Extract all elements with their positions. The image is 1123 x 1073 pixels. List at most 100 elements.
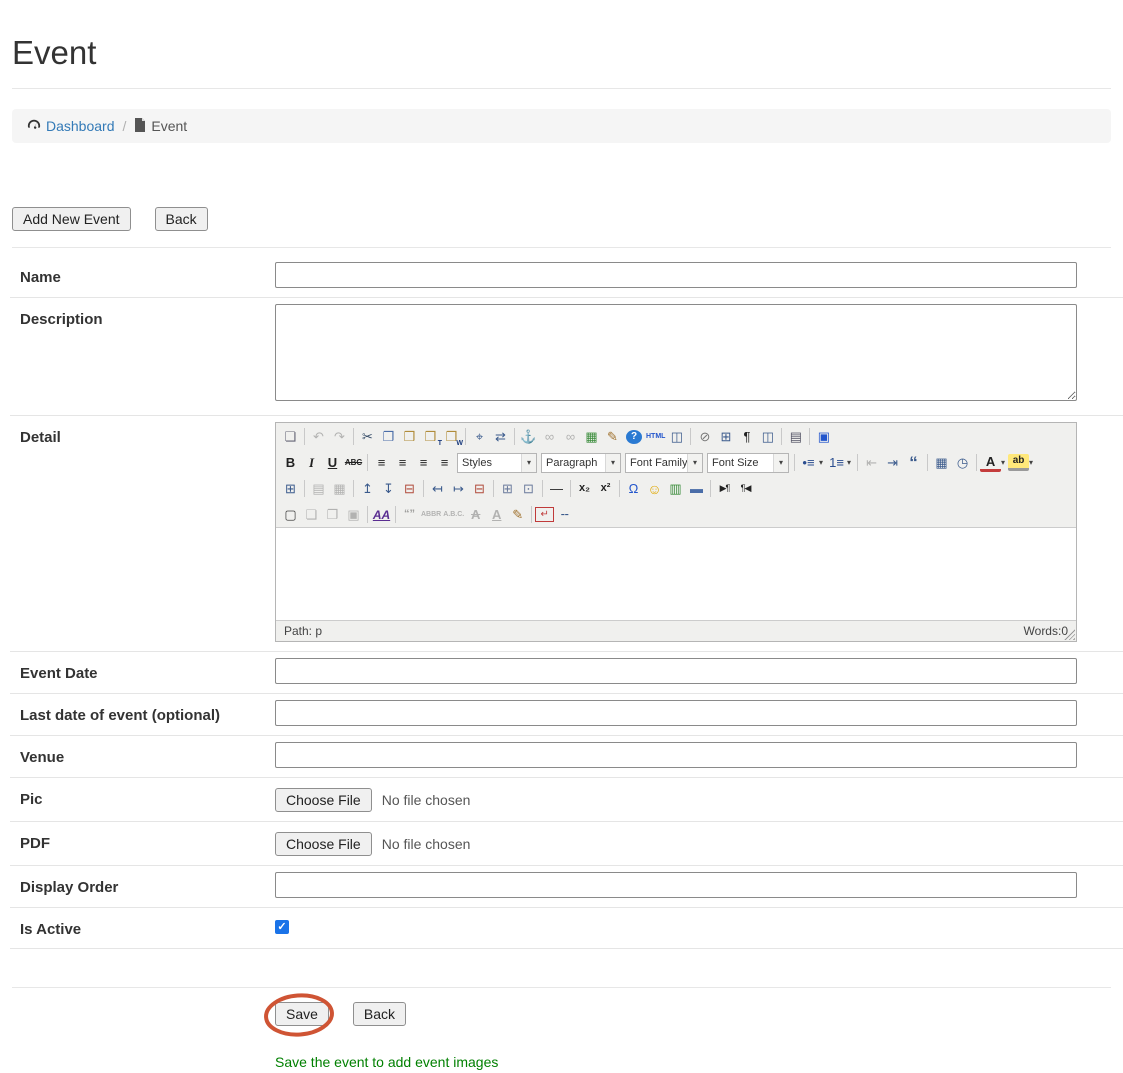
find-icon[interactable]: ⌖ <box>469 427 490 446</box>
bullet-list-icon[interactable]: •≡ <box>798 453 819 472</box>
rtl-icon[interactable]: ¶◀ <box>735 479 756 498</box>
nonbreaking-space-icon[interactable]: ↵ <box>535 507 554 522</box>
is-active-label: Is Active <box>10 908 275 948</box>
name-input[interactable] <box>275 262 1077 288</box>
numbered-list-dropdown-arrow[interactable]: ▾ <box>847 458 851 467</box>
insert-date-icon[interactable]: ▦ <box>931 453 952 472</box>
font-size-select[interactable]: Font Size▾ <box>707 453 789 473</box>
background-color-dropdown-arrow[interactable]: ▾ <box>1029 458 1033 467</box>
blockquote-icon[interactable]: “ <box>903 453 924 472</box>
editor-path: Path: p <box>284 624 322 638</box>
format-select[interactable]: Paragraph▾ <box>541 453 621 473</box>
align-justify-icon[interactable]: ≡ <box>434 453 455 472</box>
editor-status-bar: Path: p Words:0 <box>276 620 1076 641</box>
editor-content-area[interactable] <box>276 527 1076 620</box>
breadcrumb-dashboard-link[interactable]: Dashboard <box>27 118 115 135</box>
display-order-input[interactable] <box>275 872 1077 898</box>
toolbar-separator <box>809 428 810 445</box>
styles-select[interactable]: Styles▾ <box>457 453 537 473</box>
event-form: Name Description Detail ❏↶↷✂❐❒❒T❒W⌖⇄⚓∞∞▦… <box>10 256 1123 949</box>
add-new-event-button[interactable]: Add New Event <box>12 207 131 231</box>
font-family-select-arrow-icon[interactable]: ▾ <box>687 454 702 472</box>
paste-as-text-icon[interactable]: ❒T <box>420 427 441 446</box>
insert-edit-table-icon[interactable]: ⊞ <box>280 479 301 498</box>
last-date-input[interactable] <box>275 700 1077 726</box>
paste-from-word-icon[interactable]: ❒W <box>441 427 462 446</box>
superscript-icon[interactable]: x² <box>595 479 616 498</box>
event-date-input[interactable] <box>275 658 1077 684</box>
help-icon[interactable]: ? <box>626 430 642 444</box>
insert-image-icon[interactable]: ▦ <box>581 427 602 446</box>
cut-icon[interactable]: ✂ <box>357 427 378 446</box>
is-active-checkbox[interactable] <box>275 920 289 934</box>
split-merged-cells-icon[interactable]: ⊞ <box>497 479 518 498</box>
preview-icon[interactable]: ◫ <box>666 427 687 446</box>
find-replace-icon[interactable]: ⇄ <box>490 427 511 446</box>
edit-attributes-icon[interactable]: ✎ <box>507 505 528 524</box>
back-button-bottom[interactable]: Back <box>353 1002 406 1026</box>
copy-icon[interactable]: ❐ <box>378 427 399 446</box>
paste-icon[interactable]: ❒ <box>399 427 420 446</box>
strikethrough-icon[interactable]: ABC <box>343 453 364 472</box>
form-row-display-order: Display Order <box>10 866 1123 908</box>
description-textarea[interactable] <box>275 304 1077 401</box>
redo-icon: ↷ <box>329 427 350 446</box>
align-right-icon[interactable]: ≡ <box>413 453 434 472</box>
print-icon[interactable]: ▤ <box>785 427 806 446</box>
subscript-icon[interactable]: x₂ <box>574 479 595 498</box>
toolbar-separator <box>781 428 782 445</box>
venue-input[interactable] <box>275 742 1077 768</box>
editor-toolbar-row-3: ⊞▤▦↥↧⊟↤↦⊟⊞⊡—x₂x²Ω☺▥▬▶¶¶◀ <box>276 475 1076 501</box>
delete-row-icon[interactable]: ⊟ <box>399 479 420 498</box>
ltr-icon[interactable]: ▶¶ <box>714 479 735 498</box>
merge-cells-icon[interactable]: ⊡ <box>518 479 539 498</box>
insert-row-before-icon[interactable]: ↥ <box>357 479 378 498</box>
advanced-hr-icon[interactable]: ▬ <box>686 479 707 498</box>
file-icon <box>134 118 146 135</box>
background-color-icon[interactable]: ab <box>1008 454 1029 471</box>
deletion-icon: A <box>465 505 486 524</box>
cleanup-code-icon[interactable]: ✎ <box>602 427 623 446</box>
fullscreen-icon[interactable]: ▣ <box>813 427 834 446</box>
edit-html-icon[interactable]: HTML <box>645 427 666 446</box>
anchor-icon[interactable]: ⚓ <box>518 427 539 446</box>
visual-chars-icon[interactable]: ¶ <box>736 427 757 446</box>
back-button-top[interactable]: Back <box>155 207 208 231</box>
insert-column-before-icon[interactable]: ↤ <box>427 479 448 498</box>
insert-layer-icon[interactable]: ▢ <box>280 505 301 524</box>
insert-time-icon[interactable]: ◷ <box>952 453 973 472</box>
format-select-arrow-icon[interactable]: ▾ <box>605 454 620 472</box>
delete-column-icon[interactable]: ⊟ <box>469 479 490 498</box>
pic-choose-file-button[interactable]: Choose File <box>275 788 372 812</box>
format-select-label: Paragraph <box>542 457 605 469</box>
italic-icon[interactable]: I <box>301 453 322 472</box>
new-document-icon[interactable]: ❏ <box>280 427 301 446</box>
text-color-icon[interactable]: A <box>980 454 1001 472</box>
font-size-select-arrow-icon[interactable]: ▾ <box>773 454 788 472</box>
underline-icon[interactable]: U <box>322 453 343 472</box>
font-family-select[interactable]: Font Family▾ <box>625 453 703 473</box>
emoticons-icon[interactable]: ☺ <box>644 479 665 498</box>
special-character-icon[interactable]: Ω <box>623 479 644 498</box>
page-break-icon[interactable]: ╌ <box>554 505 575 524</box>
bullet-list-dropdown-arrow[interactable]: ▾ <box>819 458 823 467</box>
text-color-dropdown-arrow[interactable]: ▾ <box>1001 458 1005 467</box>
save-button[interactable]: Save <box>275 1002 329 1026</box>
styles-select-arrow-icon[interactable]: ▾ <box>521 454 536 472</box>
undo-icon: ↶ <box>308 427 329 446</box>
insert-column-after-icon[interactable]: ↦ <box>448 479 469 498</box>
template-preview-icon[interactable]: ◫ <box>757 427 778 446</box>
insert-media-icon[interactable]: ▥ <box>665 479 686 498</box>
style-properties-icon[interactable]: AA <box>371 505 392 524</box>
numbered-list-icon[interactable]: 1≡ <box>826 453 847 472</box>
align-left-icon[interactable]: ≡ <box>371 453 392 472</box>
table-cell-properties-icon: ▦ <box>329 479 350 498</box>
toggle-guidelines-icon[interactable]: ⊞ <box>715 427 736 446</box>
indent-icon[interactable]: ⇥ <box>882 453 903 472</box>
remove-format-icon[interactable]: ⊘ <box>694 427 715 446</box>
align-center-icon[interactable]: ≡ <box>392 453 413 472</box>
bold-icon[interactable]: B <box>280 453 301 472</box>
insert-row-after-icon[interactable]: ↧ <box>378 479 399 498</box>
pdf-choose-file-button[interactable]: Choose File <box>275 832 372 856</box>
horizontal-rule-icon[interactable]: — <box>546 479 567 498</box>
